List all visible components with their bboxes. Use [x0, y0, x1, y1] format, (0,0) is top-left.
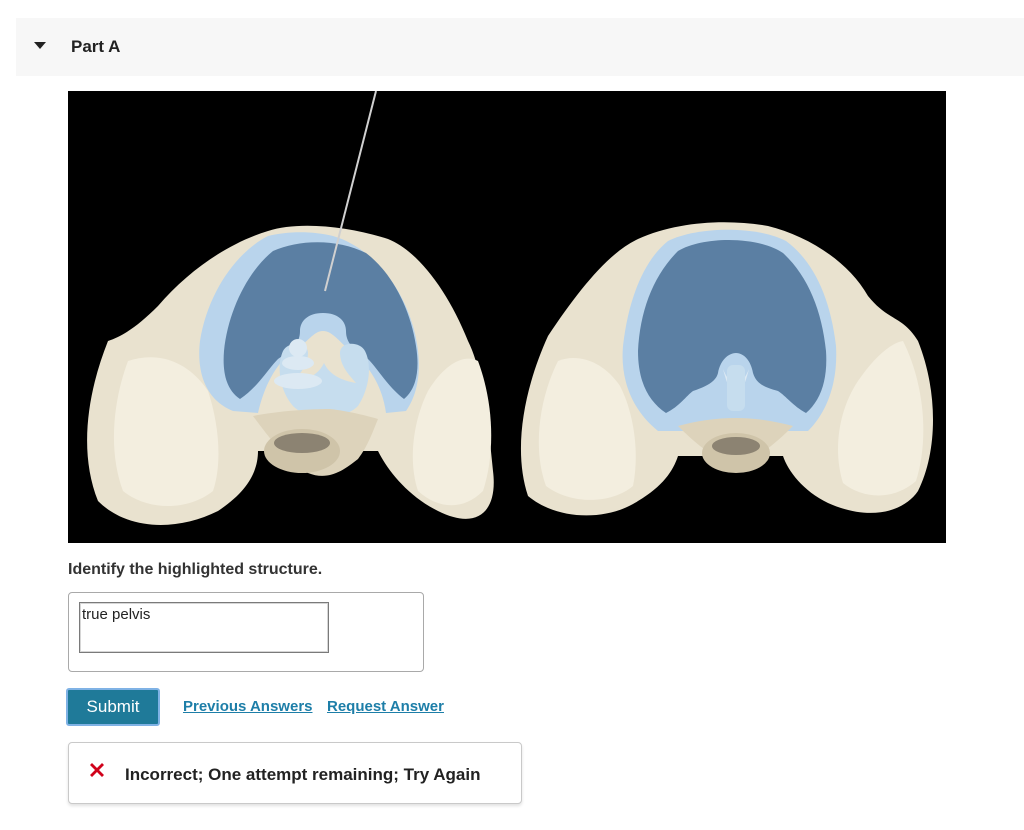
pelvis-figure	[68, 91, 946, 543]
pelvis-anatomy-image	[68, 91, 946, 543]
submit-button[interactable]: Submit	[66, 688, 160, 726]
assignment-page: Part A Identify the highlighted structur…	[0, 0, 1024, 830]
answer-box: true pelvis	[68, 592, 424, 672]
error-x-icon	[90, 763, 104, 777]
request-answer-link[interactable]: Request Answer	[327, 698, 444, 715]
part-header[interactable]: Part A	[16, 18, 1024, 76]
previous-answers-link[interactable]: Previous Answers	[183, 698, 313, 715]
part-title: Part A	[71, 37, 121, 56]
feedback-message: Incorrect; One attempt remaining; Try Ag…	[125, 765, 481, 784]
caret-down-icon[interactable]	[34, 42, 46, 49]
answer-input[interactable]: true pelvis	[79, 602, 329, 653]
question-prompt: Identify the highlighted structure.	[68, 561, 323, 578]
feedback-panel: Incorrect; One attempt remaining; Try Ag…	[68, 742, 522, 804]
